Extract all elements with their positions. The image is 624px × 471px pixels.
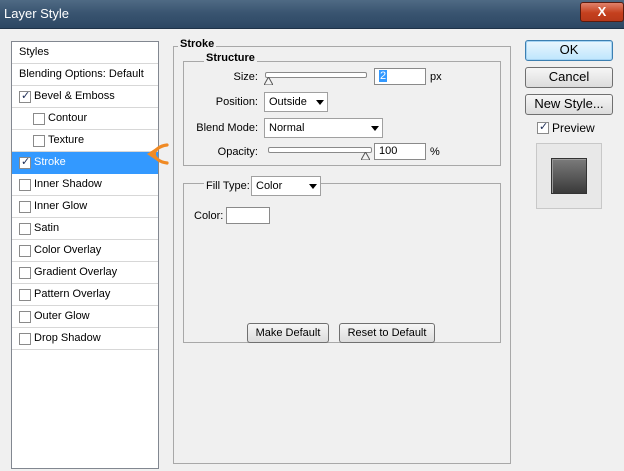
stroke-section-title: Stroke <box>178 38 217 50</box>
satin-checkbox[interactable] <box>19 223 31 235</box>
color-overlay-checkbox[interactable] <box>19 245 31 257</box>
style-item-label: Pattern Overlay <box>34 288 111 300</box>
reset-to-default-label: Reset to Default <box>347 327 427 339</box>
style-item-label: Drop Shadow <box>34 332 101 344</box>
style-item-label: Bevel & Emboss <box>34 90 115 102</box>
style-item-color-overlay[interactable]: Color Overlay <box>12 240 158 262</box>
blending-options-label: Blending Options: Default <box>19 68 144 80</box>
blend-mode-select[interactable]: Normal <box>264 118 383 138</box>
window-title: Layer Style <box>4 6 70 21</box>
size-unit: px <box>430 71 442 83</box>
size-input[interactable]: 2 <box>374 68 426 85</box>
drop-shadow-checkbox[interactable] <box>19 333 31 345</box>
texture-checkbox[interactable] <box>33 135 45 147</box>
chevron-down-icon <box>309 184 317 189</box>
inner-glow-checkbox[interactable] <box>19 201 31 213</box>
contour-checkbox[interactable] <box>33 113 45 125</box>
style-item-label: Gradient Overlay <box>34 266 118 278</box>
size-value: 2 <box>379 70 388 82</box>
curved-arrow-icon <box>147 143 169 165</box>
chevron-down-icon <box>316 100 324 105</box>
style-item-inner-glow[interactable]: Inner Glow <box>12 196 158 218</box>
styles-header-label: Styles <box>19 46 49 58</box>
style-item-label: Outer Glow <box>34 310 90 322</box>
preview-swatch <box>551 158 587 194</box>
position-label: Position: <box>215 96 258 108</box>
opacity-slider-thumb[interactable] <box>361 152 370 160</box>
blend-mode-value: Normal <box>269 122 305 134</box>
style-item-gradient-overlay[interactable]: Gradient Overlay <box>12 262 158 284</box>
size-slider[interactable] <box>265 72 367 78</box>
styles-header[interactable]: Styles <box>12 42 158 64</box>
opacity-value: 100 <box>379 145 398 157</box>
styles-list: Styles Blending Options: Default ✓ Bevel… <box>11 41 159 469</box>
structure-title: Structure <box>204 52 257 64</box>
opacity-unit: % <box>430 146 440 158</box>
make-default-button[interactable]: Make Default <box>247 323 329 343</box>
dialog-client: Styles Blending Options: Default ✓ Bevel… <box>0 29 624 471</box>
blend-mode-label: Blend Mode: <box>196 122 258 134</box>
stroke-checkbox[interactable]: ✓ <box>19 156 31 169</box>
gradient-overlay-checkbox[interactable] <box>19 267 31 279</box>
style-item-label: Color Overlay <box>34 244 102 256</box>
close-icon: X <box>597 4 607 19</box>
style-item-texture[interactable]: Texture <box>12 130 158 152</box>
position-select[interactable]: Outside <box>264 92 328 112</box>
outer-glow-checkbox[interactable] <box>19 311 31 323</box>
style-item-pattern-overlay[interactable]: Pattern Overlay <box>12 284 158 306</box>
color-label: Color: <box>194 210 224 222</box>
preview-thumbnail <box>536 143 602 209</box>
style-item-outer-glow[interactable]: Outer Glow <box>12 306 158 328</box>
check-icon: ✓ <box>21 90 31 102</box>
inner-shadow-checkbox[interactable] <box>19 179 31 191</box>
style-item-inner-shadow[interactable]: Inner Shadow <box>12 174 158 196</box>
make-default-label: Make Default <box>255 327 321 339</box>
style-item-label: Inner Glow <box>34 200 88 212</box>
opacity-slider[interactable] <box>268 147 372 153</box>
title-bar: Layer Style X <box>0 0 624 29</box>
style-item-bevel-emboss[interactable]: ✓ Bevel & Emboss <box>12 86 158 108</box>
style-item-label: Stroke <box>34 156 66 168</box>
cancel-label: Cancel <box>548 69 590 84</box>
position-value: Outside <box>269 96 307 108</box>
fill-type-label: Fill Type: <box>204 180 252 192</box>
size-slider-thumb[interactable] <box>264 77 273 85</box>
bevel-emboss-checkbox[interactable]: ✓ <box>19 90 31 103</box>
ok-button[interactable]: OK <box>525 40 613 61</box>
style-item-satin[interactable]: Satin <box>12 218 158 240</box>
ok-label: OK <box>559 42 579 57</box>
new-style-button[interactable]: New Style... <box>525 94 613 115</box>
style-item-stroke[interactable]: ✓ Stroke <box>12 152 158 174</box>
check-icon: ✓ <box>21 156 31 168</box>
style-item-contour[interactable]: Contour <box>12 108 158 130</box>
reset-to-default-button[interactable]: Reset to Default <box>339 323 435 343</box>
style-item-label: Satin <box>34 222 60 234</box>
close-button[interactable]: X <box>580 2 624 22</box>
new-style-label: New Style... <box>534 96 604 111</box>
style-item-label: Texture <box>48 134 85 146</box>
opacity-label: Opacity: <box>217 146 258 158</box>
check-icon: ✓ <box>539 121 549 133</box>
chevron-down-icon <box>371 126 379 131</box>
preview-checkbox[interactable]: ✓ <box>537 121 549 134</box>
size-label: Size: <box>233 71 258 83</box>
style-item-drop-shadow[interactable]: Drop Shadow <box>12 328 158 350</box>
style-item-label: Inner Shadow <box>34 178 102 190</box>
blending-options-item[interactable]: Blending Options: Default <box>12 64 158 86</box>
style-item-label: Contour <box>48 112 88 124</box>
opacity-input[interactable]: 100 <box>374 143 426 160</box>
color-swatch[interactable] <box>226 207 270 224</box>
cancel-button[interactable]: Cancel <box>525 67 613 88</box>
fill-type-select[interactable]: Color <box>251 176 321 196</box>
pattern-overlay-checkbox[interactable] <box>19 289 31 301</box>
fill-type-value: Color <box>256 180 283 192</box>
preview-label: Preview <box>552 121 595 135</box>
